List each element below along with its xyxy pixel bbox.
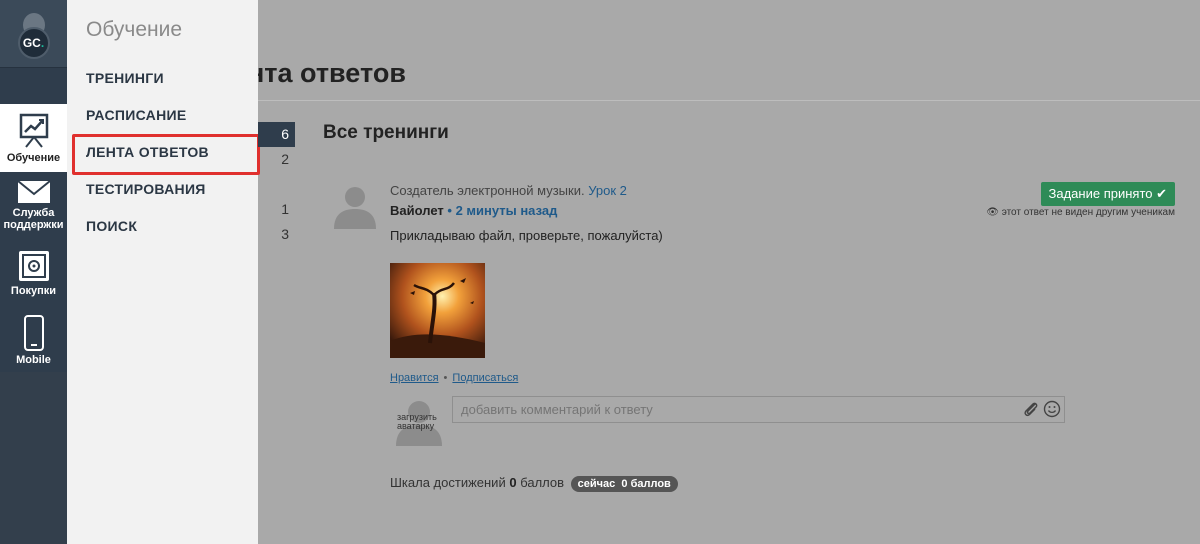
- author-name[interactable]: Вайолет: [390, 203, 444, 218]
- paperclip-icon[interactable]: [1023, 400, 1039, 418]
- phone-icon: [23, 314, 44, 351]
- scale-unit: баллов: [520, 475, 565, 490]
- count-item[interactable]: [258, 172, 295, 197]
- menu-item-schedule[interactable]: РАСПИСАНИЕ: [67, 97, 258, 134]
- logo-badge[interactable]: GC.: [12, 9, 56, 59]
- like-link[interactable]: Нравится: [390, 372, 439, 384]
- eye-hidden-icon: 👁: [986, 207, 999, 218]
- separator: •: [443, 372, 448, 384]
- account-logo[interactable]: GC.: [0, 0, 67, 68]
- left-rail: GC. Обучение Служба поддержки Покупки Mo…: [0, 0, 67, 544]
- rail-item-support[interactable]: Служба поддержки: [0, 172, 67, 238]
- comment-box: загрузить аватарку: [389, 396, 1065, 446]
- scale-points: 0: [509, 475, 517, 490]
- answer-text: Прикладываю файл, проверьте, пожалуйста): [390, 228, 663, 243]
- safe-icon: [18, 250, 49, 281]
- menu-item-answers-feed[interactable]: ЛЕНТА ОТВЕТОВ: [67, 134, 260, 175]
- count-item[interactable]: 1: [258, 197, 295, 222]
- rail-item-mobile[interactable]: Mobile: [0, 308, 67, 372]
- subscribe-link[interactable]: Подписаться: [452, 372, 518, 384]
- chart-board-icon: [19, 113, 48, 148]
- page-title: Лента ответов: [258, 58, 406, 88]
- separator: •: [447, 203, 452, 218]
- upload-avatar-label[interactable]: загрузить аватарку: [397, 413, 447, 431]
- attachment-image: [390, 263, 485, 358]
- rail-item-label: Покупки: [10, 284, 57, 297]
- training-counts: 6 2 1 3: [258, 122, 295, 247]
- count-item[interactable]: 6: [258, 122, 295, 147]
- rail-item-label: Обучение: [6, 151, 61, 164]
- menu-item-tests[interactable]: ТЕСТИРОВАНИЯ: [67, 171, 258, 208]
- rail-item-label: Служба поддержки: [3, 206, 64, 231]
- gc-logo: GC.: [17, 26, 50, 59]
- menu-item-trainings[interactable]: ТРЕНИНГИ: [67, 60, 258, 97]
- count-item[interactable]: 3: [258, 222, 295, 247]
- rail-item-learning[interactable]: Обучение: [0, 104, 67, 172]
- lesson-link[interactable]: Урок 2: [588, 183, 627, 198]
- menu-item-search[interactable]: ПОИСК: [67, 208, 258, 245]
- menu-title: Обучение: [86, 18, 183, 41]
- comment-input[interactable]: [452, 396, 1065, 423]
- learning-menu: Обучение ТРЕНИНГИ РАСПИСАНИЕ ЛЕНТА ОТВЕТ…: [67, 0, 260, 544]
- status-accepted-button[interactable]: Задание принято ✔: [1040, 182, 1175, 206]
- rail-item-label: Mobile: [16, 353, 51, 366]
- envelope-icon: [16, 179, 51, 203]
- attachment-thumbnail[interactable]: [390, 263, 485, 358]
- emoji-icon[interactable]: [1043, 400, 1061, 418]
- count-item[interactable]: 2: [258, 147, 295, 172]
- divider: [258, 100, 1200, 101]
- achievement-scale: Шкала достижений 0 баллов сейчас 0 балло…: [390, 475, 678, 492]
- section-title: Все тренинги: [323, 122, 449, 143]
- rail-item-purchases[interactable]: Покупки: [0, 243, 67, 303]
- answer-actions: Нравится • Подписаться: [390, 372, 1177, 384]
- rail-filler: [0, 372, 67, 544]
- now-points-badge: сейчас 0 баллов: [570, 476, 678, 492]
- visibility-note: 👁 этот ответ не виден другим ученикам: [986, 207, 1175, 218]
- answer-time[interactable]: 2 минуты назад: [456, 203, 558, 218]
- training-name: Создатель электронной музыки.: [390, 183, 585, 198]
- user-avatar-icon: [334, 187, 376, 229]
- scale-label: Шкала достижений: [390, 475, 506, 490]
